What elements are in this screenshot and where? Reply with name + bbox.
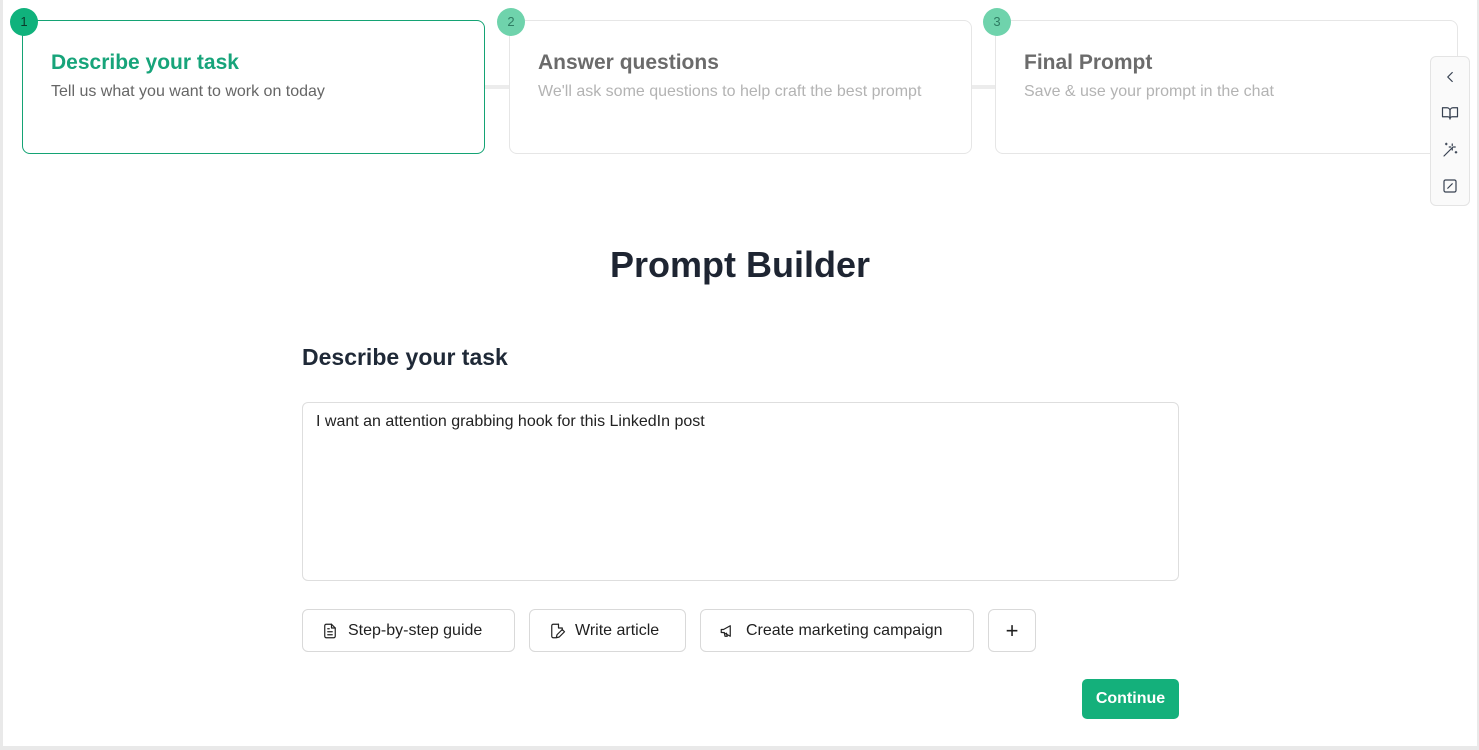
step-number-badge: 3 — [983, 8, 1011, 36]
step-title: Answer questions — [538, 51, 719, 74]
app-frame: 1 Describe your task Tell us what you wa… — [3, 0, 1477, 746]
suggestion-create-marketing-campaign[interactable]: Create marketing campaign — [700, 609, 974, 652]
megaphone-icon — [720, 624, 731, 637]
step-title: Describe your task — [51, 51, 239, 74]
magic-wand-icon[interactable] — [1439, 139, 1461, 161]
file-pen-icon — [551, 623, 566, 638]
step-final-prompt[interactable]: 3 Final Prompt Save & use your prompt in… — [983, 8, 1458, 154]
edit-square-icon[interactable] — [1439, 175, 1461, 197]
add-suggestion-button[interactable]: + — [988, 609, 1036, 652]
suggestion-step-by-step-guide[interactable]: Step-by-step guide — [302, 609, 515, 652]
side-toolbar — [1430, 56, 1470, 206]
suggestion-label: Create marketing campaign — [746, 621, 943, 639]
step-description: Save & use your prompt in the chat — [1024, 83, 1274, 100]
book-open-icon[interactable] — [1439, 102, 1461, 124]
suggestion-label: Step-by-step guide — [348, 621, 483, 639]
step-number-badge: 1 — [10, 8, 38, 36]
step-description: Tell us what you want to work on today — [51, 83, 325, 100]
section-title: Describe your task — [302, 344, 508, 370]
step-answer-questions[interactable]: 2 Answer questions We'll ask some questi… — [497, 8, 972, 154]
step-description: We'll ask some questions to help craft t… — [538, 83, 922, 100]
step-describe-task[interactable]: 1 Describe your task Tell us what you wa… — [10, 8, 485, 154]
step-connector — [971, 85, 997, 89]
chevron-left-icon[interactable] — [1439, 66, 1461, 88]
step-number-badge: 2 — [497, 8, 525, 36]
step-connector — [485, 85, 511, 89]
suggestion-label: Write article — [575, 621, 660, 639]
suggestion-write-article[interactable]: Write article — [529, 609, 686, 652]
step-title: Final Prompt — [1024, 51, 1153, 74]
page-title: Prompt Builder — [609, 244, 870, 285]
continue-button[interactable]: Continue — [1082, 679, 1179, 719]
document-icon — [324, 623, 336, 638]
task-textarea[interactable]: I want an attention grabbing hook for th… — [302, 402, 1179, 581]
